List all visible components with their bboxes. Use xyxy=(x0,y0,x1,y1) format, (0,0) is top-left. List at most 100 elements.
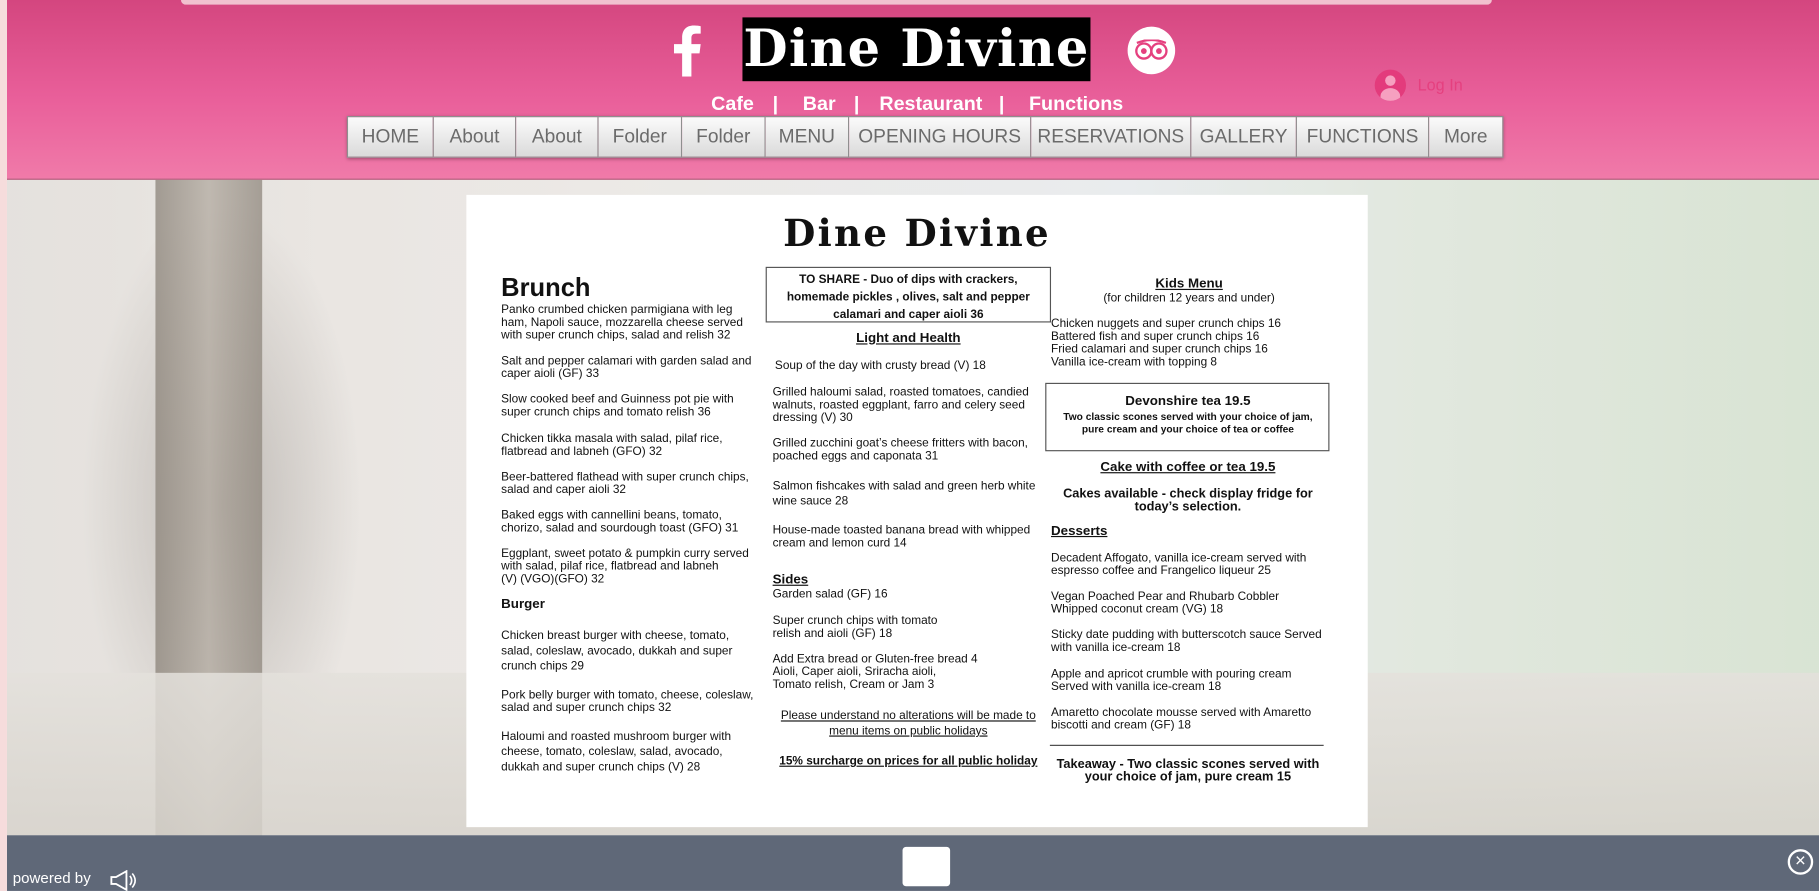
facebook-icon[interactable] xyxy=(669,25,704,77)
logo-text: Dine Divine xyxy=(743,19,1090,79)
nav-about[interactable]: About xyxy=(433,116,517,158)
tagline-sep: | xyxy=(853,92,860,115)
tagline-sep: | xyxy=(772,92,779,115)
megaphone-icon xyxy=(110,870,136,891)
kids-heading: Kids Menu xyxy=(1155,277,1223,292)
tagline-bar: Bar xyxy=(802,92,836,115)
close-icon[interactable]: × xyxy=(1787,849,1814,875)
notice-line: menu items on public holidays xyxy=(829,725,988,738)
menu-item-line: biscotti and cream (GF) 18 xyxy=(1051,719,1191,733)
nav-functions[interactable]: FUNCTIONS xyxy=(1296,116,1430,158)
menu-item-line: Decadent Affogato, vanilla ice-cream ser… xyxy=(1051,552,1307,565)
menu-title: Dine Divine xyxy=(783,211,1051,256)
nav-home[interactable]: HOME xyxy=(346,116,434,158)
menu-item-line: espresso coffee and Frangelico liqueur 2… xyxy=(1051,564,1271,578)
menu-item-line: with salad, pilaf rice, flatbread and la… xyxy=(501,560,719,574)
devonshire-text: pure cream and your choice of tea or cof… xyxy=(1081,423,1294,436)
login-label: Log In xyxy=(1417,75,1463,94)
devonshire-text: Two classic scones served with your choi… xyxy=(1063,410,1313,423)
login-button[interactable]: Log In xyxy=(1371,68,1475,103)
menu-item-line: crunch chips 29 xyxy=(501,660,584,673)
tagline-functions: Functions xyxy=(1028,92,1124,115)
menu-item-line: super crunch chips and tomato relish 36 xyxy=(501,406,711,419)
takeaway-line: your choice of jam, pure cream 15 xyxy=(1084,770,1292,785)
menu-item-line: Garden salad (GF) 16 xyxy=(772,588,888,601)
menu-item-line: Salmon fishcakes with salad and green he… xyxy=(772,480,1036,494)
menu-item-line: (V) (VGO)(GFO) 32 xyxy=(501,573,605,586)
menu-item-line: Slow cooked beef and Guinness pot pie wi… xyxy=(501,393,734,407)
menu-item-line: Chicken nuggets and super crunch chips 1… xyxy=(1051,317,1281,331)
menu-item-line: Amaretto chocolate mousse served with Am… xyxy=(1051,706,1312,720)
menu-item-line: caper aioli (GF) 33 xyxy=(501,367,600,381)
main-nav: HOME About About Folder Folder MENU OPEN… xyxy=(346,116,1504,158)
menu-item-line: Panko crumbed chicken parmigiana with le… xyxy=(501,303,733,317)
tagline-cafe: Cafe xyxy=(711,92,754,115)
share-line: calamari and caper aioli 36 xyxy=(833,308,984,322)
menu-image: Dine Divine Brunch Panko crumbed chicken… xyxy=(466,194,1368,828)
avatar-icon xyxy=(1374,69,1407,101)
share-line: homemade pickles , olives, salt and pepp… xyxy=(786,291,1030,304)
menu-item-line: dressing (V) 30 xyxy=(772,411,853,425)
menu-item-line: salad and super crunch chips 32 xyxy=(501,701,672,715)
menu-item-line: cream and lemon curd 14 xyxy=(772,537,907,550)
sides-heading: Sides xyxy=(772,573,809,588)
top-strip xyxy=(180,0,1492,5)
tagline-sep: | xyxy=(998,92,1005,115)
menu-item-line: with vanilla ice-cream 18 xyxy=(1051,641,1181,655)
menu-item-line: Salt and pepper calamari with garden sal… xyxy=(501,354,752,368)
menu-item-line: Vegan Poached Pear and Rhubarb Cobbler xyxy=(1051,590,1280,604)
divider xyxy=(1049,744,1324,746)
nav-gallery[interactable]: GALLERY xyxy=(1191,116,1297,158)
menu-item-line: Baked eggs with cannellini beans, tomato… xyxy=(501,509,722,523)
menu-item-line: cheese, tomato, coleslaw, salad, avocado… xyxy=(501,745,723,759)
menu-item-line: Chicken tikka masala with salad, pilaf r… xyxy=(501,432,723,446)
nav-more[interactable]: More xyxy=(1429,116,1504,158)
tripadvisor-icon[interactable] xyxy=(1127,26,1176,75)
devonshire-heading: Devonshire tea 19.5 xyxy=(1125,394,1251,409)
desserts-heading: Desserts xyxy=(1051,524,1108,539)
nav-opening-hours[interactable]: OPENING HOURS xyxy=(849,116,1032,158)
menu-item-line: Grilled zucchini goat’s cheese fritters … xyxy=(772,437,1028,451)
site-logo[interactable]: Dine Divine xyxy=(742,17,1091,82)
menu-item-line: Vanilla ice-cream with topping 8 xyxy=(1051,356,1218,369)
footer-center-box[interactable] xyxy=(902,846,951,887)
burger-heading: Burger xyxy=(501,597,545,612)
menu-item-line: Served with vanilla ice-cream 18 xyxy=(1051,680,1222,694)
nav-reservations[interactable]: RESERVATIONS xyxy=(1031,116,1192,158)
menu-item-line: Tomato relish, Cream or Jam 3 xyxy=(772,678,935,692)
site-frame: Dine Divine Cafe | Bar | Restaurant | Fu… xyxy=(6,0,1819,891)
menu-item-line: Whipped coconut cream (VG) 18 xyxy=(1051,603,1224,617)
menu-item-line: Sticky date pudding with butterscotch sa… xyxy=(1051,628,1322,642)
cake-heading: Cake with coffee or tea 19.5 xyxy=(1100,460,1276,475)
nav-menu[interactable]: MENU xyxy=(765,116,850,158)
menu-item-line: ham, Napoli sauce, mozzarella cheese ser… xyxy=(501,316,743,330)
menu-item-line: Grilled haloumi salad, roasted tomatoes,… xyxy=(772,386,1029,400)
page: Dine Divine Cafe | Bar | Restaurant | Fu… xyxy=(0,0,1819,891)
cake-text: today’s selection. xyxy=(1134,499,1242,514)
footer-bar: powered by × xyxy=(6,835,1819,891)
nav-about-2[interactable]: About xyxy=(516,116,599,158)
menu-item-line: relish and aioli (GF) 18 xyxy=(772,627,893,641)
header: Dine Divine Cafe | Bar | Restaurant | Fu… xyxy=(6,0,1819,180)
surcharge-note: 15% surcharge on prices for all public h… xyxy=(779,755,1038,768)
menu-item-line: Beer-battered flathead with super crunch… xyxy=(501,470,749,484)
menu-item-line: Apple and apricot crumble with pouring c… xyxy=(1051,668,1292,681)
menu-item-line: chorizo, salad and sourdough toast (GFO)… xyxy=(501,522,739,535)
notice-line: Please understand no alterations will be… xyxy=(780,709,1036,723)
menu-item-line: wine sauce 28 xyxy=(772,495,849,509)
kids-sub: (for children 12 years and under) xyxy=(1103,292,1275,306)
menu-item-line: flatbread and labneh (GFO) 32 xyxy=(501,445,663,459)
menu-item-line: Add Extra bread or Gluten-free bread 4 xyxy=(772,653,978,666)
menu-item-line: Chicken breast burger with cheese, tomat… xyxy=(501,629,730,643)
nav-folder[interactable]: Folder xyxy=(598,116,683,158)
menu-item-line: House-made toasted banana bread with whi… xyxy=(772,524,1031,538)
menu-item-line: Pork belly burger with tomato, cheese, c… xyxy=(501,689,754,702)
menu-item-line: Fried calamari and super crunch chips 16 xyxy=(1051,343,1268,357)
menu-item-line: Eggplant, sweet potato & pumpkin curry s… xyxy=(501,547,749,561)
menu-item-line: Soup of the day with crusty bread (V) 18 xyxy=(774,359,986,373)
menu-item-line: salad and caper aioli 32 xyxy=(501,483,627,497)
nav-folder-2[interactable]: Folder xyxy=(682,116,766,158)
menu-item-line: Haloumi and roasted mushroom burger with xyxy=(501,730,732,744)
menu-item-line: salad, coleslaw, avocado, dukkah and sup… xyxy=(501,645,733,658)
menu-item-line: dukkah and super crunch chips (V) 28 xyxy=(501,761,701,774)
